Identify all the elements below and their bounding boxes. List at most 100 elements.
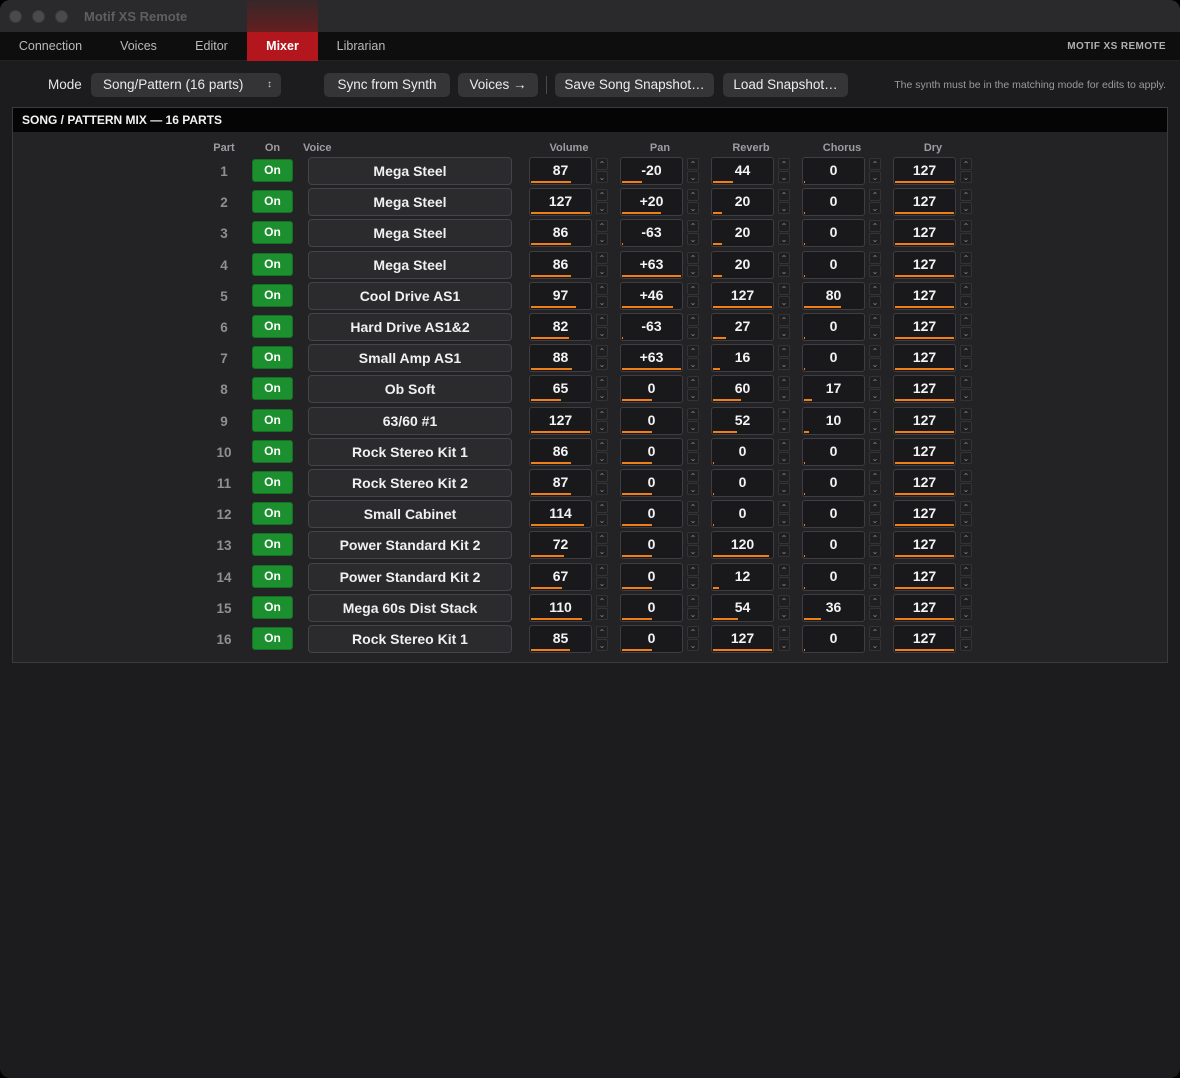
part-voice-button[interactable]: Hard Drive AS1&2 [308, 313, 512, 341]
mode-select[interactable]: Song/Pattern (16 parts) ↕ [91, 73, 281, 97]
part-reverb-field[interactable]: 60 [711, 375, 775, 404]
chevron-down-icon[interactable]: ⌄ [869, 639, 881, 651]
part-chorus-stepper[interactable]: ⌃ ⌄ [869, 407, 881, 434]
chevron-up-icon[interactable]: ⌃ [960, 189, 972, 202]
part-volume-field[interactable]: 85 [529, 625, 593, 653]
chevron-down-icon[interactable]: ⌄ [687, 202, 699, 215]
chevron-up-icon[interactable]: ⌃ [596, 376, 608, 389]
close-window-button[interactable] [9, 10, 22, 23]
chevron-down-icon[interactable]: ⌄ [687, 327, 699, 339]
chevron-down-icon[interactable]: ⌄ [778, 295, 790, 308]
part-reverb-field[interactable]: 16 [711, 344, 775, 373]
part-reverb-field[interactable]: 20 [711, 188, 775, 217]
part-dry-stepper[interactable]: ⌃ ⌄ [960, 220, 972, 246]
chevron-down-icon[interactable]: ⌄ [869, 202, 881, 215]
chevron-up-icon[interactable]: ⌃ [596, 345, 608, 358]
chevron-down-icon[interactable]: ⌄ [596, 233, 608, 246]
part-volume-field[interactable]: 82 [529, 313, 593, 341]
part-volume-stepper[interactable]: ⌃ ⌄ [596, 189, 608, 215]
part-on-toggle[interactable]: On [252, 595, 293, 619]
part-dry-stepper[interactable]: ⌃ ⌄ [960, 626, 972, 652]
chevron-up-icon[interactable]: ⌃ [960, 376, 972, 389]
chevron-down-icon[interactable]: ⌄ [778, 358, 790, 371]
part-dry-field[interactable]: 127 [893, 157, 957, 185]
chevron-up-icon[interactable]: ⌃ [869, 158, 881, 170]
chevron-up-icon[interactable]: ⌃ [869, 376, 881, 389]
chevron-down-icon[interactable]: ⌄ [596, 171, 608, 183]
part-volume-stepper[interactable]: ⌃ ⌄ [596, 438, 608, 465]
chevron-down-icon[interactable]: ⌄ [869, 514, 881, 527]
chevron-down-icon[interactable]: ⌄ [778, 420, 790, 433]
chevron-up-icon[interactable]: ⌃ [778, 532, 790, 545]
chevron-up-icon[interactable]: ⌃ [869, 501, 881, 514]
chevron-down-icon[interactable]: ⌄ [960, 420, 972, 433]
part-pan-field[interactable]: 0 [620, 500, 684, 529]
chevron-up-icon[interactable]: ⌃ [778, 563, 790, 576]
part-chorus-stepper[interactable]: ⌃ ⌄ [869, 626, 881, 652]
part-volume-field[interactable]: 67 [529, 562, 593, 591]
part-reverb-field[interactable]: 0 [711, 437, 775, 466]
part-dry-stepper[interactable]: ⌃ ⌄ [960, 251, 972, 278]
chevron-down-icon[interactable]: ⌄ [778, 639, 790, 651]
part-reverb-stepper[interactable]: ⌃ ⌄ [778, 189, 790, 215]
chevron-up-icon[interactable]: ⌃ [778, 251, 790, 264]
part-volume-stepper[interactable]: ⌃ ⌄ [596, 158, 608, 184]
load-snapshot-button[interactable]: Load Snapshot… [723, 73, 848, 97]
part-dry-field[interactable]: 127 [893, 344, 957, 373]
chevron-down-icon[interactable]: ⌄ [869, 576, 881, 589]
part-pan-field[interactable]: +46 [620, 281, 684, 310]
part-chorus-stepper[interactable]: ⌃ ⌄ [869, 345, 881, 371]
part-chorus-stepper[interactable]: ⌃ ⌄ [869, 501, 881, 527]
chevron-down-icon[interactable]: ⌄ [960, 264, 972, 277]
chevron-down-icon[interactable]: ⌄ [960, 389, 972, 402]
part-pan-field[interactable]: -20 [620, 157, 684, 185]
chevron-down-icon[interactable]: ⌄ [596, 607, 608, 620]
part-pan-field[interactable]: -63 [620, 313, 684, 341]
chevron-up-icon[interactable]: ⌃ [596, 626, 608, 638]
chevron-up-icon[interactable]: ⌃ [869, 438, 881, 451]
chevron-up-icon[interactable]: ⌃ [596, 470, 608, 482]
part-on-toggle[interactable]: On [252, 377, 293, 401]
chevron-down-icon[interactable]: ⌄ [869, 483, 881, 495]
part-dry-field[interactable]: 127 [893, 437, 957, 466]
chevron-up-icon[interactable]: ⌃ [778, 470, 790, 482]
part-volume-field[interactable]: 65 [529, 375, 593, 404]
chevron-down-icon[interactable]: ⌄ [687, 420, 699, 433]
chevron-up-icon[interactable]: ⌃ [960, 407, 972, 420]
tab-editor[interactable]: Editor [176, 32, 247, 61]
part-pan-field[interactable]: +63 [620, 250, 684, 279]
chevron-down-icon[interactable]: ⌄ [687, 483, 699, 495]
chevron-down-icon[interactable]: ⌄ [687, 295, 699, 308]
part-dry-field[interactable]: 127 [893, 250, 957, 279]
chevron-up-icon[interactable]: ⌃ [687, 626, 699, 638]
part-pan-field[interactable]: -63 [620, 219, 684, 248]
part-voice-button[interactable]: Rock Stereo Kit 2 [308, 469, 512, 497]
chevron-down-icon[interactable]: ⌄ [960, 514, 972, 527]
part-voice-button[interactable]: Mega Steel [308, 250, 512, 279]
part-reverb-field[interactable]: 44 [711, 157, 775, 185]
chevron-down-icon[interactable]: ⌄ [778, 545, 790, 558]
part-volume-field[interactable]: 88 [529, 344, 593, 373]
part-pan-stepper[interactable]: ⌃ ⌄ [687, 376, 699, 402]
part-chorus-stepper[interactable]: ⌃ ⌄ [869, 438, 881, 465]
part-on-toggle[interactable]: On [252, 190, 293, 214]
part-reverb-field[interactable]: 20 [711, 250, 775, 279]
chevron-up-icon[interactable]: ⌃ [869, 251, 881, 264]
chevron-up-icon[interactable]: ⌃ [596, 407, 608, 420]
part-voice-button[interactable]: Mega Steel [308, 188, 512, 217]
chevron-up-icon[interactable]: ⌃ [869, 563, 881, 576]
part-volume-stepper[interactable]: ⌃ ⌄ [596, 251, 608, 278]
chevron-down-icon[interactable]: ⌄ [960, 451, 972, 464]
save-song-snapshot-button[interactable]: Save Song Snapshot… [555, 73, 714, 97]
part-chorus-field[interactable]: 0 [802, 500, 866, 529]
part-dry-field[interactable]: 127 [893, 281, 957, 310]
part-dry-stepper[interactable]: ⌃ ⌄ [960, 314, 972, 340]
part-volume-stepper[interactable]: ⌃ ⌄ [596, 282, 608, 309]
part-reverb-field[interactable]: 0 [711, 469, 775, 497]
part-on-toggle[interactable]: On [252, 627, 293, 650]
part-dry-field[interactable]: 127 [893, 313, 957, 341]
chevron-up-icon[interactable]: ⌃ [778, 376, 790, 389]
part-volume-stepper[interactable]: ⌃ ⌄ [596, 376, 608, 402]
chevron-up-icon[interactable]: ⌃ [687, 314, 699, 326]
tab-voices[interactable]: Voices [101, 32, 176, 61]
